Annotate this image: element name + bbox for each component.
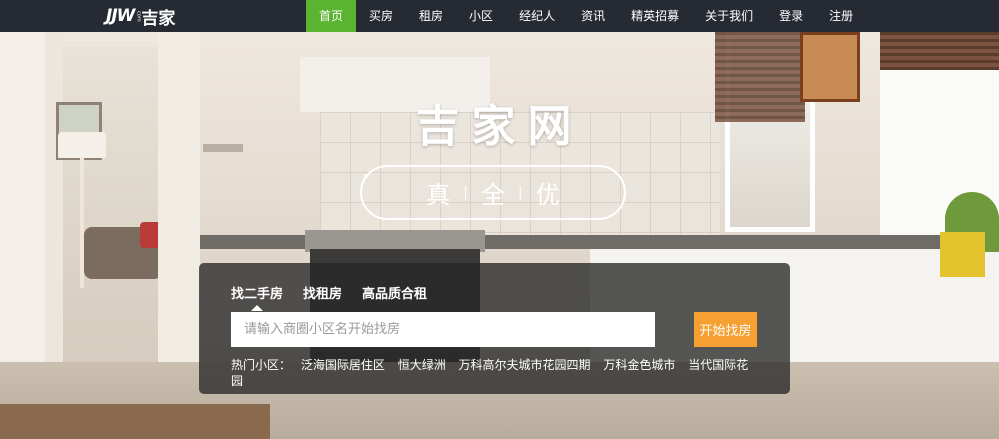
logo-com: com xyxy=(135,10,142,22)
logo-mark: JJW xyxy=(106,6,135,26)
nav-item-agents[interactable]: 经纪人 xyxy=(506,0,568,32)
hot-community-link[interactable]: 万科高尔夫城市花园四期 xyxy=(459,358,591,372)
logo-text: 吉家 xyxy=(141,8,176,29)
slogan-separator: | xyxy=(463,184,468,201)
nav-item-news[interactable]: 资讯 xyxy=(568,0,618,32)
nav-item-register[interactable]: 注册 xyxy=(816,0,866,32)
hot-community-link[interactable]: 泛海国际居住区 xyxy=(301,358,385,372)
nav-item-about[interactable]: 关于我们 xyxy=(692,0,766,32)
nav-item-buy[interactable]: 买房 xyxy=(356,0,406,32)
nav-item-recruit[interactable]: 精英招募 xyxy=(618,0,692,32)
nav-item-home[interactable]: 首页 xyxy=(306,0,357,32)
main-nav: 首页 买房 租房 小区 经纪人 资讯 精英招募 关于我们 登录 注册 xyxy=(306,0,866,32)
search-panel: 找二手房 找租房 高品质合租 开始找房 热门小区： 泛海国际居住区 恒大绿洲 万… xyxy=(199,263,790,394)
slogan-char: 优 xyxy=(535,181,560,209)
hot-communities: 热门小区： 泛海国际居住区 恒大绿洲 万科高尔夫城市花园四期 万科金色城市 当代… xyxy=(231,357,759,389)
nav-item-rent[interactable]: 租房 xyxy=(406,0,456,32)
bg-table xyxy=(0,404,270,439)
bg-pot xyxy=(940,232,985,277)
hot-community-link[interactable]: 恒大绿洲 xyxy=(398,358,446,372)
slogan-char: 真 xyxy=(426,181,451,209)
site-logo[interactable]: JJW com 吉家 xyxy=(106,5,176,29)
tab-second-hand[interactable]: 找二手房 xyxy=(231,283,283,311)
tab-rent[interactable]: 找租房 xyxy=(303,283,342,302)
search-tabs: 找二手房 找租房 高品质合租 xyxy=(231,283,447,311)
slogan-char: 全 xyxy=(481,181,505,209)
bg-blind-right xyxy=(880,32,999,70)
top-navigation-bar: JJW com 吉家 首页 买房 租房 小区 经纪人 资讯 精英招募 关于我们 … xyxy=(0,0,999,32)
nav-item-login[interactable]: 登录 xyxy=(766,0,816,32)
slogan-separator: | xyxy=(518,184,523,201)
hot-community-link[interactable]: 万科金色城市 xyxy=(603,358,675,372)
hero-title: 吉家网 xyxy=(415,101,584,152)
hot-label: 热门小区： xyxy=(231,358,292,372)
tab-shared-rent[interactable]: 高品质合租 xyxy=(362,283,427,302)
search-input[interactable] xyxy=(231,312,655,347)
start-search-button[interactable]: 开始找房 xyxy=(694,312,757,347)
slogan-pill: 真 | 全 | 优 xyxy=(360,165,626,220)
nav-item-community[interactable]: 小区 xyxy=(456,0,506,32)
